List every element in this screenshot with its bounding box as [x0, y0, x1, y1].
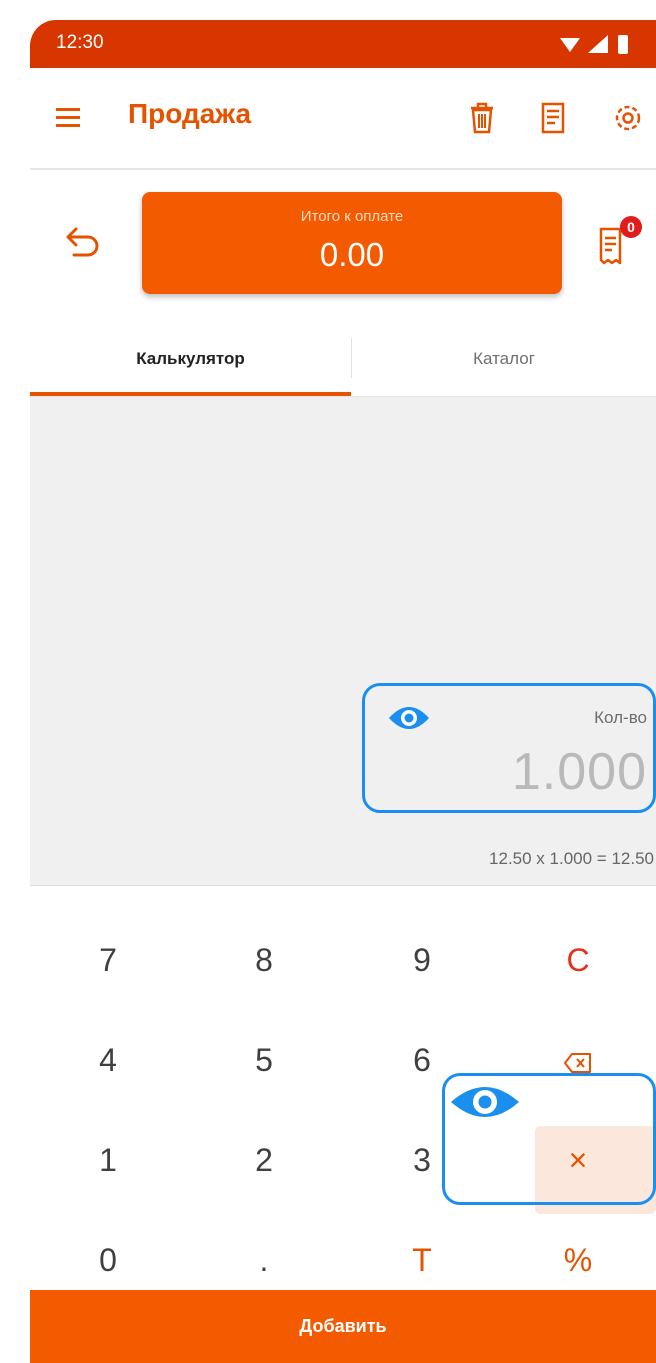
app-bar: Продажа [30, 68, 656, 170]
trash-icon[interactable] [465, 100, 499, 136]
tab-bar: Калькулятор Каталог [30, 320, 656, 397]
wifi-icon [560, 38, 580, 52]
key-1[interactable]: 1 [30, 1110, 186, 1210]
total-row: Итого к оплате 0.00 0 [30, 170, 656, 322]
key-5-label: 5 [255, 1042, 273, 1078]
decimal-point-label: . [259, 1242, 269, 1278]
status-bar: 12:30 [30, 20, 656, 68]
gear-icon[interactable] [610, 100, 646, 136]
tare-label: T [412, 1242, 432, 1278]
receipt-button[interactable]: 0 [596, 216, 642, 268]
active-tab-indicator [30, 392, 351, 396]
eye-icon [389, 707, 429, 729]
undo-icon[interactable] [64, 225, 104, 261]
calculator-display: Кол-во 1.000 12.50 x 1.000 = 12.50 [30, 397, 656, 886]
percent-label: % [563, 1242, 593, 1278]
key-1-label: 1 [99, 1142, 117, 1178]
key-7-label: 7 [99, 942, 117, 978]
quantity-label: Кол-во [594, 708, 647, 727]
calculation-formula: 12.50 x 1.000 = 12.50 [489, 849, 654, 868]
key-9[interactable]: 9 [344, 910, 500, 1010]
backspace-icon [564, 1052, 591, 1073]
eye-icon [451, 1087, 519, 1117]
page-title: Продажа [128, 98, 252, 129]
total-label: Итого к оплате [300, 208, 404, 225]
key-7[interactable]: 7 [30, 910, 186, 1010]
tab-calculator[interactable]: Калькулятор [30, 320, 351, 396]
multiply-highlight-box [442, 1073, 656, 1205]
key-6-label: 6 [413, 1042, 431, 1078]
clear-label: C [566, 942, 590, 978]
quantity-value: 1.000 [511, 743, 647, 801]
key-4-label: 4 [99, 1042, 117, 1078]
clear-button[interactable]: C [500, 910, 656, 1010]
signal-icon [588, 35, 608, 53]
menu-icon[interactable] [54, 106, 84, 130]
key-8-label: 8 [255, 942, 273, 978]
key-9-label: 9 [413, 942, 431, 978]
battery-icon [618, 35, 628, 54]
key-5[interactable]: 5 [186, 1010, 342, 1110]
key-3-label: 3 [413, 1142, 431, 1178]
total-to-pay-button[interactable]: Итого к оплате 0.00 [142, 192, 562, 294]
key-4[interactable]: 4 [30, 1010, 186, 1110]
add-button[interactable]: Добавить [30, 1290, 656, 1363]
tab-catalog[interactable]: Каталог [352, 320, 656, 396]
receipt-list-icon[interactable] [536, 100, 570, 136]
status-time: 12:30 [56, 32, 104, 53]
key-0-label: 0 [99, 1242, 117, 1278]
quantity-field[interactable]: Кол-во 1.000 [362, 683, 656, 813]
phone-screen: 12:30 Продажа Итого к оплате 0.00 0 Каль… [30, 20, 656, 1363]
key-8[interactable]: 8 [186, 910, 342, 1010]
key-2-label: 2 [255, 1142, 273, 1178]
receipt-count-badge: 0 [620, 216, 642, 238]
key-2[interactable]: 2 [186, 1110, 342, 1210]
total-value: 0.00 [319, 236, 385, 273]
status-icons [560, 35, 628, 54]
